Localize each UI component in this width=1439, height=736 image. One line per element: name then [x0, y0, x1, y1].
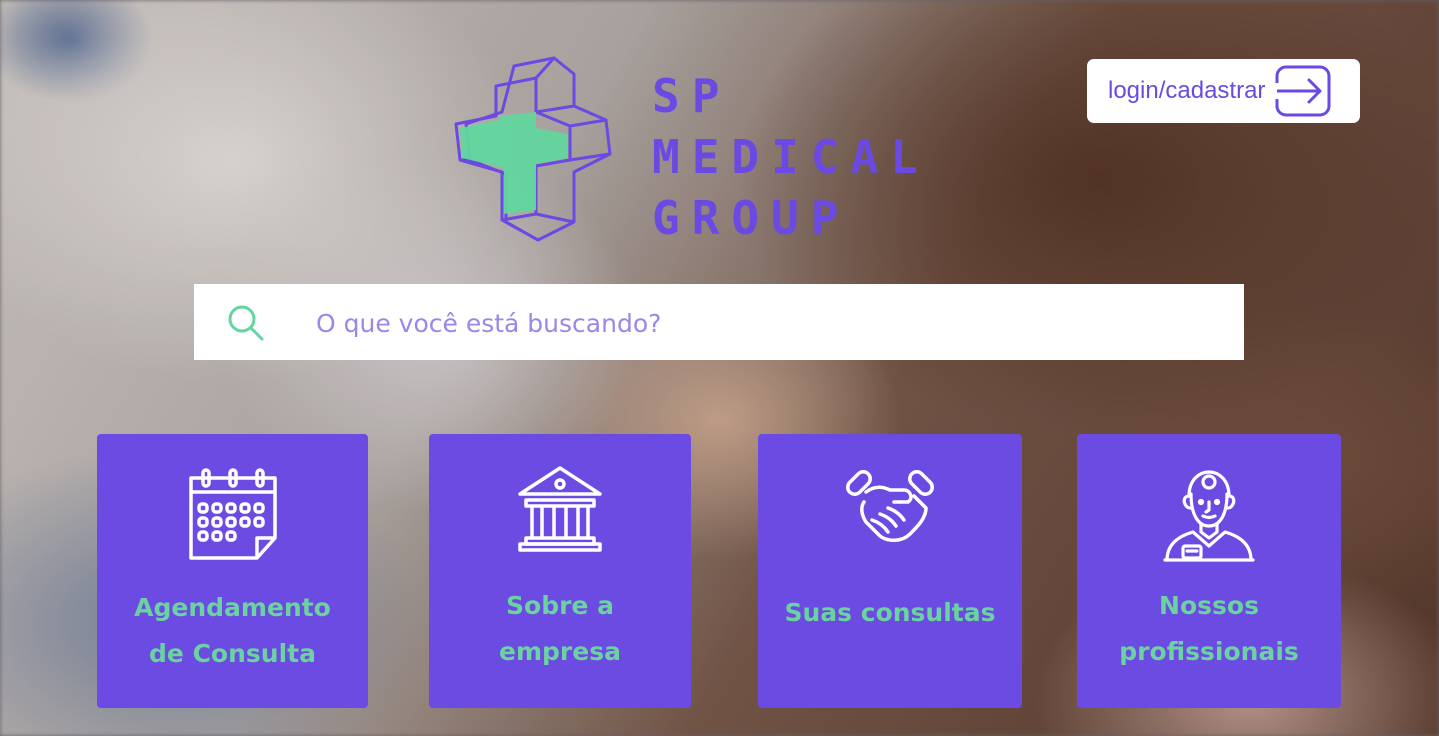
calendar-icon	[188, 468, 277, 560]
card-label-line2: empresa	[499, 637, 621, 666]
card-suas-consultas[interactable]: Suas consultas	[758, 434, 1022, 708]
institution-building-icon	[518, 466, 602, 552]
card-sobre-empresa[interactable]: Sobre a empresa	[429, 434, 691, 708]
search-bar[interactable]	[194, 284, 1244, 362]
card-label: Sobre a empresa	[429, 583, 691, 675]
card-label-line1: Sobre a	[506, 591, 614, 620]
card-label-line1: Nossos	[1159, 591, 1259, 620]
brand-logo: SP MEDICAL GROUP	[452, 54, 922, 246]
login-signup-button[interactable]: login/cadastrar	[1087, 59, 1360, 123]
card-nossos-profissionais[interactable]: Nossos profissionais	[1077, 434, 1341, 708]
card-label-line2: profissionais	[1119, 637, 1299, 666]
login-label: login/cadastrar	[1108, 77, 1266, 104]
card-label-line1: Agendamento	[134, 593, 331, 622]
doctor-icon	[1163, 470, 1255, 562]
logo-wordmark: SP MEDICAL GROUP	[652, 66, 930, 249]
logo-text-line2: MEDICAL	[652, 130, 930, 184]
card-label: Agendamento de Consulta	[97, 585, 368, 677]
card-label-line1: Suas consultas	[784, 598, 996, 627]
search-input[interactable]	[314, 284, 1218, 362]
login-arrow-icon	[1275, 65, 1331, 117]
card-label: Suas consultas	[758, 590, 1022, 636]
logo-text-line1: SP	[652, 69, 732, 123]
card-label: Nossos profissionais	[1077, 583, 1341, 675]
handshake-icon	[846, 470, 934, 542]
search-icon[interactable]	[227, 304, 265, 342]
card-label-line2: de Consulta	[149, 639, 316, 668]
medical-cross-logo-icon	[454, 56, 612, 242]
card-agendamento[interactable]: Agendamento de Consulta	[97, 434, 368, 708]
logo-text-line3: GROUP	[652, 191, 851, 245]
